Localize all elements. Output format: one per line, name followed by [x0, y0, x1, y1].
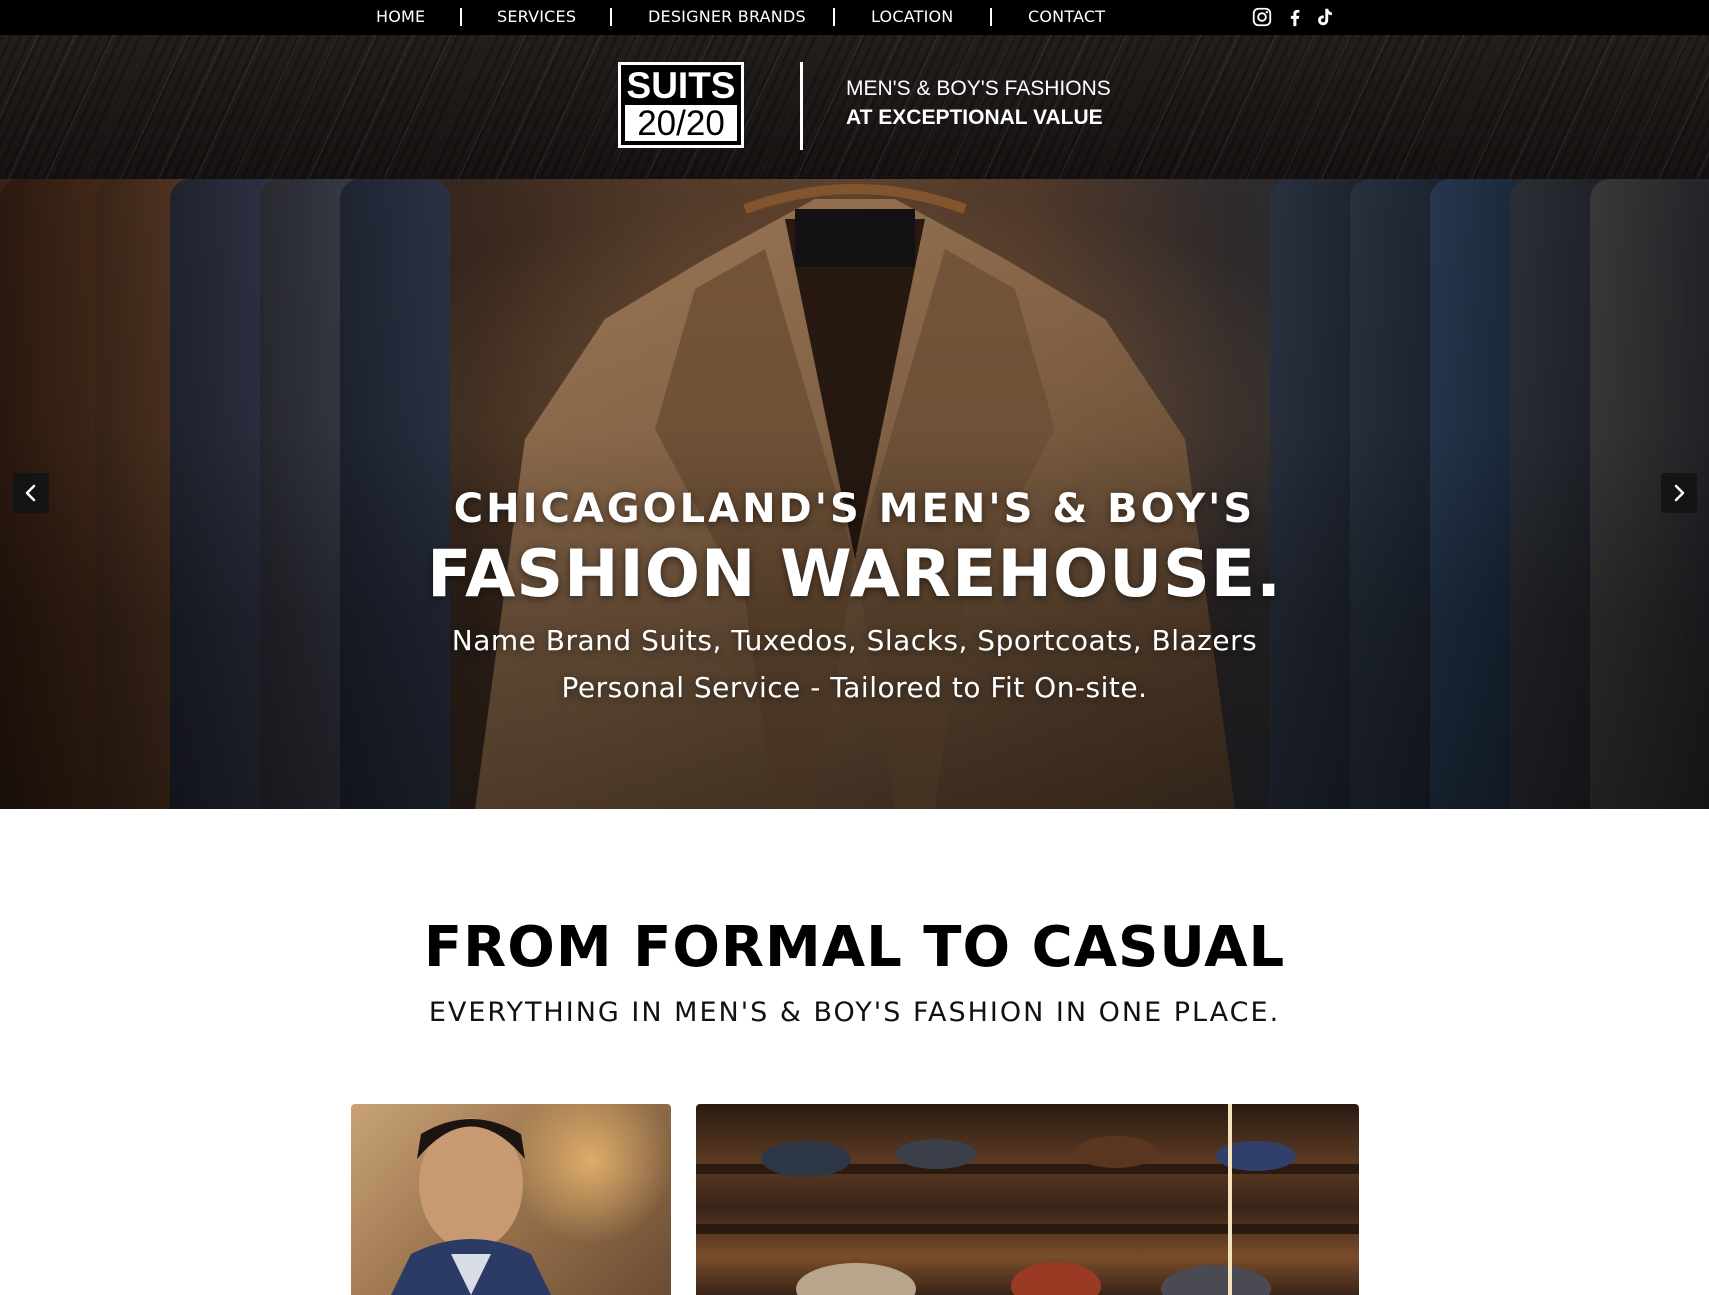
hero-subheading-line-1: Name Brand Suits, Tuxedos, Slacks, Sport…	[451, 624, 1258, 657]
hero-slider: CHICAGOLAND'S MEN'S & BOY'S FASHION WARE…	[0, 179, 1709, 809]
chevron-left-icon	[25, 484, 36, 502]
nav-location-link[interactable]: LOCATION	[871, 0, 953, 35]
site-logo[interactable]: SUITS 20/20	[618, 62, 744, 148]
nav-separator	[610, 8, 612, 26]
logo-text-top: SUITS	[626, 65, 736, 106]
section-subtitle: EVERYTHING IN MEN'S & BOY'S FASHION IN O…	[428, 997, 1281, 1028]
hero-heading-line-1: CHICAGOLAND'S MEN'S & BOY'S	[453, 486, 1256, 532]
hero-subheading-line-2: Personal Service - Tailored to Fit On-si…	[561, 671, 1148, 704]
tiktok-icon[interactable]	[1313, 6, 1335, 28]
slider-next-button[interactable]	[1661, 473, 1697, 513]
tagline-line-1: MEN'S & BOY'S FASHIONS	[846, 77, 1111, 100]
logo-text-bottom: 20/20	[625, 105, 737, 143]
nav-designer-brands-link[interactable]: DESIGNER BRANDS	[648, 0, 806, 35]
slider-prev-button[interactable]	[13, 473, 49, 513]
facebook-icon[interactable]	[1284, 6, 1306, 28]
instagram-icon[interactable]	[1251, 6, 1273, 28]
site-header: SUITS 20/20 MEN'S & BOY'S FASHIONS AT EX…	[0, 35, 1709, 179]
top-nav: HOME SERVICES DESIGNER BRANDS LOCATION C…	[0, 0, 1709, 35]
nav-home-link[interactable]: HOME	[376, 0, 425, 35]
tagline-line-2: AT EXCEPTIONAL VALUE	[846, 106, 1103, 129]
nav-services-link[interactable]: SERVICES	[497, 0, 576, 35]
hero-heading-line-2: FASHION WAREHOUSE.	[427, 537, 1282, 612]
nav-separator	[460, 8, 462, 26]
nav-separator	[990, 8, 992, 26]
nav-separator	[833, 8, 835, 26]
section-title: FROM FORMAL TO CASUAL	[423, 915, 1286, 980]
chevron-right-icon	[1674, 484, 1685, 502]
gallery-image-shopper[interactable]	[351, 1104, 671, 1295]
header-divider	[800, 62, 803, 150]
gallery-image-hats[interactable]	[696, 1104, 1359, 1295]
nav-contact-link[interactable]: CONTACT	[1028, 0, 1105, 35]
